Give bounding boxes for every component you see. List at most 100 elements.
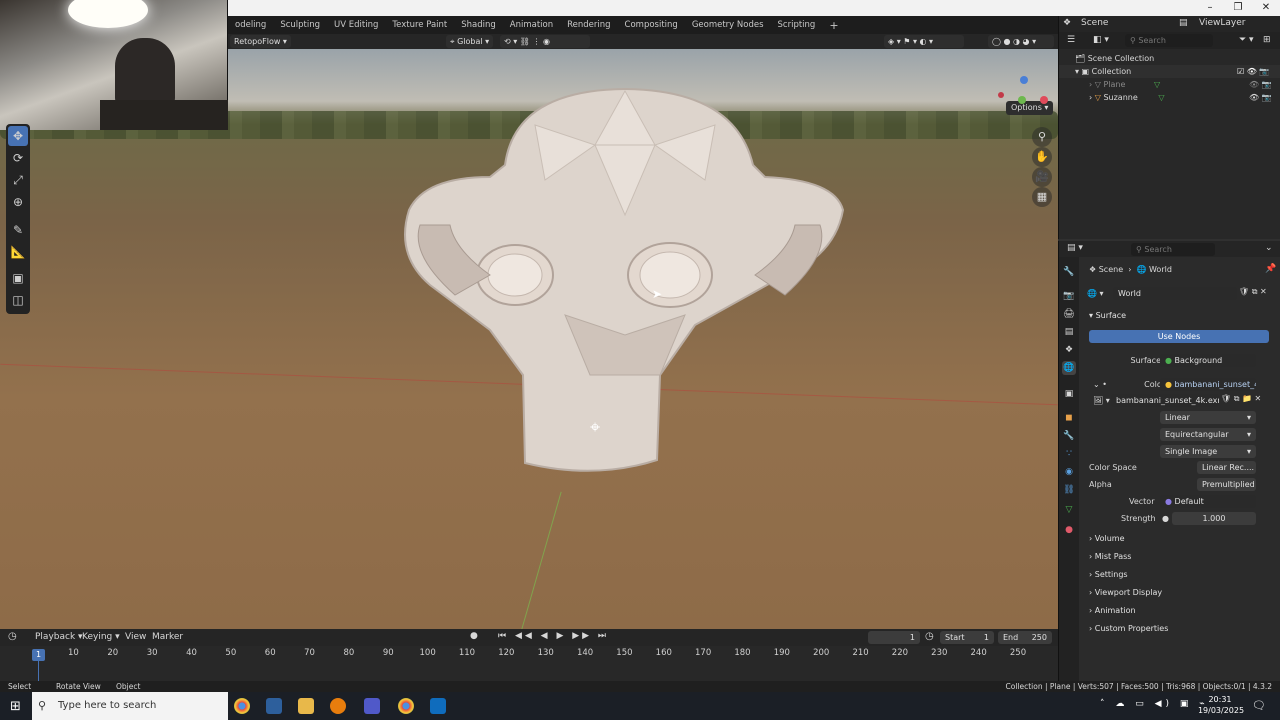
tab-uv-editing[interactable]: UV Editing	[327, 20, 385, 30]
particles-tab-icon[interactable]: ∵	[1062, 447, 1076, 461]
zoom-icon[interactable]: ⚲	[1032, 127, 1052, 147]
colorspace-dropdown[interactable]: Linear Rec....	[1197, 461, 1256, 474]
tab-texture-paint[interactable]: Texture Paint	[385, 20, 454, 30]
use-nodes-button[interactable]: Use Nodes	[1089, 330, 1269, 343]
taskbar-search[interactable]: Type here to search	[32, 692, 228, 720]
end-frame-field[interactable]: End 250	[998, 631, 1052, 644]
measure-tool-icon[interactable]: 📐	[8, 242, 28, 262]
image-name-field[interactable]: bambanani_sunset_4k.exr	[1111, 394, 1219, 407]
playback-menu[interactable]: Playback ▾	[35, 632, 83, 642]
add-primitive-tool-icon[interactable]: ◫	[8, 290, 28, 310]
surface-shader-field[interactable]: ● Background	[1160, 354, 1256, 367]
frame-ruler[interactable]: 10 20 30 40 50 60 70 80 90 100 110 120 130 140 150 160 1…	[0, 648, 1058, 662]
camera-view-icon[interactable]: 🎥	[1032, 167, 1052, 187]
shading-mode-buttons[interactable]: ◯ ● ◑ ◕ ▾	[988, 35, 1054, 48]
transform-tool-icon[interactable]: ⊕	[8, 192, 28, 212]
projection-dropdown[interactable]: Equirectangular ▾	[1160, 428, 1256, 441]
editor-type-icon[interactable]: ◷	[8, 631, 17, 642]
constraints-tab-icon[interactable]: ⛓	[1062, 483, 1076, 497]
orientation-dropdown[interactable]: ⌖ Global ▾	[446, 35, 494, 48]
tab-compositing[interactable]: Compositing	[618, 20, 685, 30]
tab-shading[interactable]: Shading	[454, 20, 503, 30]
plane-visibility-icons[interactable]: 👁 📷	[1249, 78, 1272, 91]
navigation-gizmo[interactable]	[996, 74, 1052, 130]
data-tab-icon[interactable]: ▽	[1062, 503, 1076, 517]
windows-start-icon[interactable]: ⊞	[10, 699, 21, 714]
neg-x-axis-icon[interactable]	[998, 92, 1004, 98]
properties-editor-icon[interactable]: ▤ ▾	[1067, 243, 1083, 253]
z-axis-icon[interactable]	[1020, 76, 1028, 84]
image-datablock-icons[interactable]: 🛡 ⧉ 📁 ✕	[1221, 394, 1261, 404]
custom-properties-section[interactable]: › Custom Properties	[1089, 624, 1168, 633]
settings-section[interactable]: › Settings	[1089, 570, 1128, 579]
surface-section[interactable]: ▾ Surface	[1089, 311, 1126, 320]
add-workspace-button[interactable]: +	[822, 19, 845, 32]
move-tool-icon[interactable]: ✥	[8, 126, 28, 146]
gizmo-overlay-controls[interactable]: ◈ ▾ ⚑ ▾ ◐ ▾	[884, 35, 964, 48]
render-tab-icon[interactable]: 📷	[1062, 289, 1076, 303]
minimize-icon[interactable]: –	[1196, 0, 1224, 16]
app-icon[interactable]	[266, 698, 282, 714]
scene-name[interactable]: Scene	[1081, 18, 1108, 28]
annotate-tool-icon[interactable]: ✎	[8, 220, 28, 240]
viewport-display-section[interactable]: › Viewport Display	[1089, 588, 1162, 597]
color-expand-icon[interactable]: ⌄ •	[1093, 378, 1107, 391]
3d-cursor-icon[interactable]: ⌖	[590, 417, 600, 438]
keying-menu[interactable]: Keying ▾	[82, 632, 120, 642]
outliner-item-plane[interactable]: › ▽ Plane ▽ 👁 📷	[1059, 78, 1280, 91]
taskbar-time[interactable]: 20:31	[1202, 695, 1238, 704]
modifier-tab-icon[interactable]: 🔧	[1062, 429, 1076, 443]
object-tab-icon[interactable]: ◼	[1062, 411, 1076, 425]
alpha-dropdown[interactable]: Premultiplied	[1197, 478, 1256, 491]
world-datablock-icons[interactable]: 🛡 ⧉ ✕	[1239, 287, 1267, 297]
view-layer-tab-icon[interactable]: ▤	[1062, 325, 1076, 339]
autokey-icon[interactable]: ●	[470, 631, 478, 641]
file-explorer-icon[interactable]	[298, 698, 314, 714]
close-icon[interactable]: ✕	[1252, 0, 1280, 16]
properties-search[interactable]: ⚲ Search	[1131, 243, 1215, 256]
outliner-search[interactable]: ⚲ Search	[1125, 34, 1213, 47]
blender-icon[interactable]	[330, 698, 346, 714]
chrome-icon-2[interactable]	[398, 698, 414, 714]
tab-scripting[interactable]: Scripting	[771, 20, 823, 30]
suzanne-visibility-icons[interactable]: 👁 📷	[1249, 91, 1272, 104]
x-axis-icon[interactable]	[1040, 96, 1048, 104]
source-dropdown[interactable]: Single Image ▾	[1160, 445, 1256, 458]
pan-hand-icon[interactable]: ✋	[1032, 147, 1052, 167]
interpolation-dropdown[interactable]: Linear ▾	[1160, 411, 1256, 424]
tool-tab-icon[interactable]: 🔧	[1062, 265, 1076, 279]
scale-tool-icon[interactable]: ⤢	[8, 170, 28, 190]
start-frame-field[interactable]: Start 1	[940, 631, 994, 644]
marker-menu[interactable]: Marker	[152, 632, 183, 642]
new-collection-icon[interactable]: ⊞	[1263, 35, 1271, 45]
tab-rendering[interactable]: Rendering	[560, 20, 617, 30]
properties-dropdown-icon[interactable]: ⌄	[1265, 243, 1273, 253]
animation-section[interactable]: › Animation	[1089, 606, 1136, 615]
outliner-editor-icon[interactable]: ☰	[1067, 35, 1075, 45]
suzanne-mesh[interactable]	[395, 85, 855, 475]
taskbar-date[interactable]: 19/03/2025	[1196, 706, 1246, 715]
pin-icon[interactable]: 📌	[1265, 264, 1276, 274]
chrome-icon[interactable]	[234, 698, 250, 714]
scene-collection-row[interactable]: 🗂 Scene Collection	[1059, 52, 1280, 65]
snapping-controls[interactable]: ⟲ ▾ ⛓ ⋮ ◉	[500, 35, 590, 48]
material-tab-icon[interactable]: ●	[1062, 523, 1076, 537]
view-layer-name[interactable]: ViewLayer	[1199, 18, 1245, 28]
teams-icon[interactable]	[364, 698, 380, 714]
3d-viewport[interactable]: ⌖ ➤ Options ▾ ⚲ ✋ 🎥 ▦	[0, 49, 1058, 629]
collection-tab-icon[interactable]: ▣	[1062, 387, 1076, 401]
tab-geometry-nodes[interactable]: Geometry Nodes	[685, 20, 771, 30]
volume-section[interactable]: › Volume	[1089, 534, 1125, 543]
visibility-icons[interactable]: ☑ 👁 📷	[1237, 65, 1269, 78]
world-icon[interactable]: 🌐 ▾	[1087, 287, 1104, 300]
collection-row[interactable]: ▾ ▣ Collection ☑ 👁 📷	[1059, 65, 1280, 78]
world-name-field[interactable]: World	[1113, 287, 1237, 300]
current-frame-field[interactable]: 1	[868, 631, 920, 644]
system-tray-icons[interactable]: ˄ ☁ ▭ ◀) ▣ ⌁	[1100, 699, 1209, 709]
playhead[interactable]: 1	[32, 649, 45, 661]
perspective-grid-icon[interactable]: ▦	[1032, 187, 1052, 207]
vector-field[interactable]: ● Default	[1160, 495, 1256, 508]
strength-field[interactable]: 1.000	[1172, 512, 1256, 525]
filter-icon[interactable]: ⏷ ▾	[1239, 35, 1254, 45]
view-menu[interactable]: View	[125, 632, 146, 642]
